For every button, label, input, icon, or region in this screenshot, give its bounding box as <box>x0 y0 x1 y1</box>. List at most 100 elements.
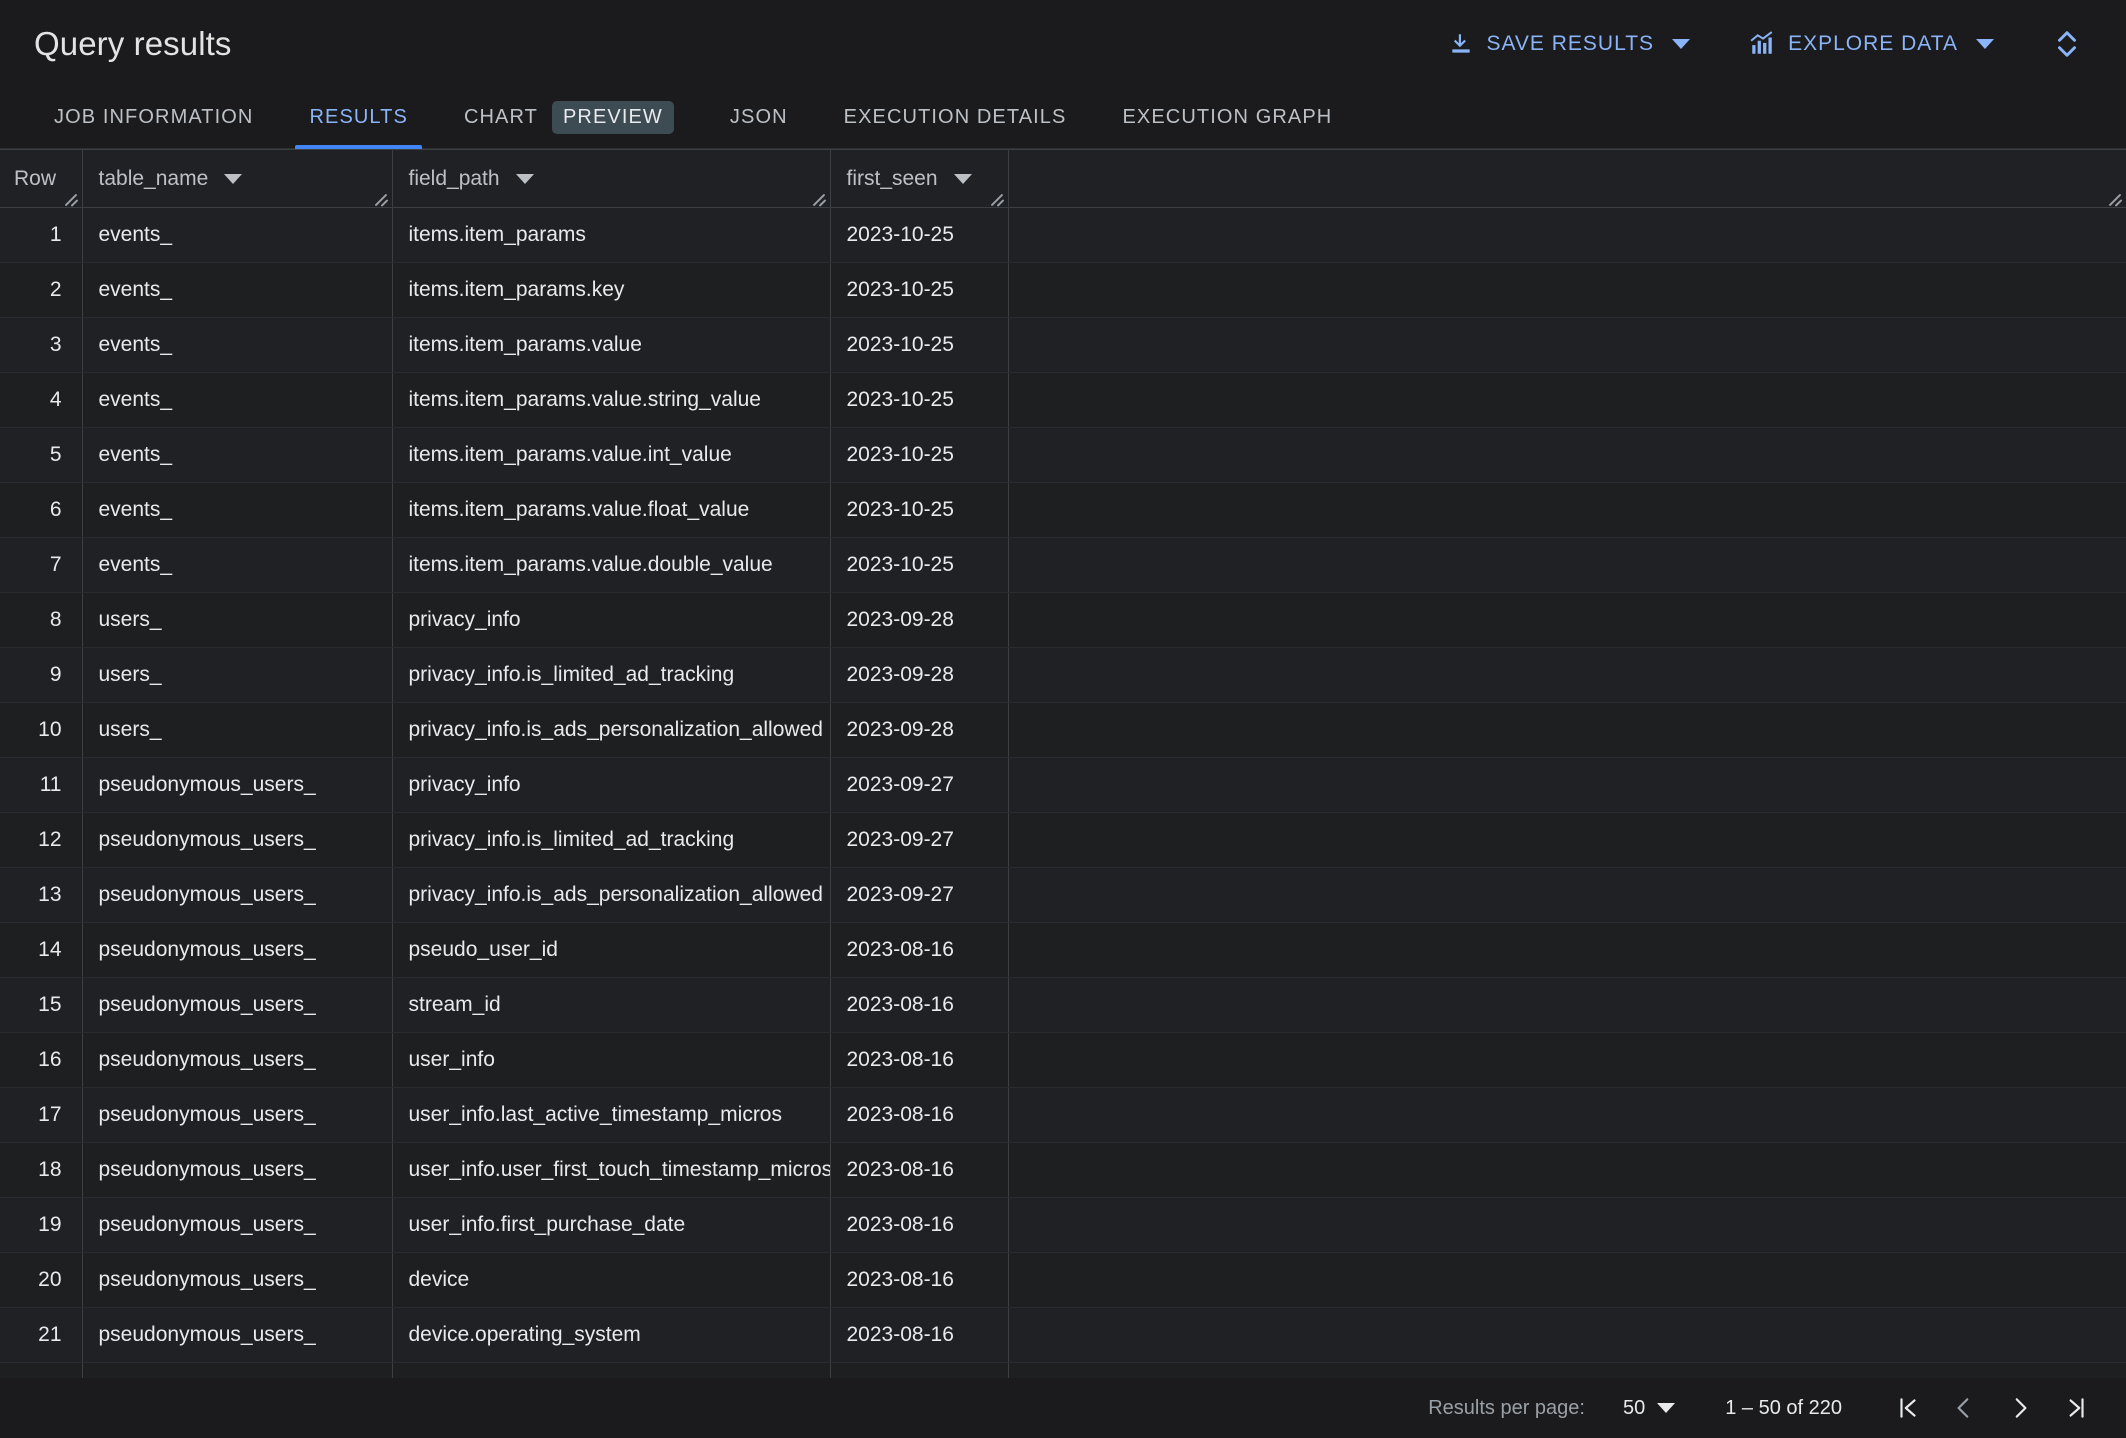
cell-row: 19 <box>0 1197 83 1253</box>
table-row[interactable]: 8 users_ privacy_info 2023-09-28 <box>0 592 2126 648</box>
cell-filler <box>1008 317 2126 373</box>
table-row[interactable]: 9 users_ privacy_info.is_limited_ad_tracki… <box>0 647 2126 703</box>
cell-filler <box>1008 1087 2126 1143</box>
tab-chart[interactable]: CHART PREVIEW <box>436 87 702 148</box>
tab-label: EXECUTION GRAPH <box>1122 106 1333 128</box>
column-resize-handle[interactable] <box>988 188 1005 205</box>
cell-field-path: items.item_params.key <box>392 262 831 318</box>
last-page-button[interactable] <box>2048 1380 2104 1436</box>
cell-first-seen: 2023-10-25 <box>830 262 1009 318</box>
cell-filler <box>1008 1197 2126 1253</box>
table-row[interactable]: 17 pseudonymous_users_ user_info.last_acti… <box>0 1087 2126 1143</box>
column-label: table_name <box>98 166 209 190</box>
header-row: Row table_name field_path first_seen <box>0 149 2126 208</box>
cell-field-path: privacy_info.is_ads_personalization_allo… <box>392 867 831 923</box>
sort-menu-icon[interactable] <box>953 173 972 184</box>
cell-filler <box>1008 757 2126 813</box>
column-header-table-name[interactable]: table_name <box>82 149 393 208</box>
table-row[interactable]: 2 events_ items.item_params.key 2023-10-25 <box>0 262 2126 318</box>
table-row[interactable]: 16 pseudonymous_users_ user_info 2023-08-16 <box>0 1032 2126 1088</box>
cell-first-seen: 2023-09-27 <box>830 867 1009 923</box>
tab-execution-details[interactable]: EXECUTION DETAILS <box>816 87 1095 148</box>
table-body: 1 events_ items.item_params 2023-10-25 2 even… <box>0 207 2126 1378</box>
table-row[interactable]: 5 events_ items.item_params.value.int_valu… <box>0 427 2126 483</box>
table-row[interactable]: 15 pseudonymous_users_ stream_id 2023-08-16 <box>0 977 2126 1033</box>
cell-first-seen: 2023-09-28 <box>830 647 1009 703</box>
table-row[interactable]: 4 events_ items.item_params.value.string_v… <box>0 372 2126 428</box>
column-header-row[interactable]: Row <box>0 149 83 208</box>
tab-json[interactable]: JSON <box>702 87 816 148</box>
cell-first-seen: 2023-08-16 <box>830 1142 1009 1198</box>
table-row[interactable]: 13 pseudonymous_users_ privacy_info.is_ads… <box>0 867 2126 923</box>
table-row[interactable]: 12 pseudonymous_users_ privacy_info.is_lim… <box>0 812 2126 868</box>
tab-execution-graph[interactable]: EXECUTION GRAPH <box>1094 87 1360 148</box>
cell-filler <box>1008 647 2126 703</box>
cell-row: 10 <box>0 702 83 758</box>
save-results-label: SAVE RESULTS <box>1486 31 1655 55</box>
cell-field-path: stream_id <box>392 977 831 1033</box>
first-page-button[interactable] <box>1880 1380 1936 1436</box>
cell-field-path: pseudo_user_id <box>392 922 831 978</box>
cell-row: 12 <box>0 812 83 868</box>
table-row[interactable]: 11 pseudonymous_users_ privacy_info 2023-09… <box>0 757 2126 813</box>
tab-label: EXECUTION DETAILS <box>843 106 1067 128</box>
column-resize-handle[interactable] <box>372 188 389 205</box>
cell-table-name: users_ <box>82 647 393 703</box>
cell-row: 2 <box>0 262 83 318</box>
sort-menu-icon[interactable] <box>515 173 534 184</box>
cell-field-path: items.item_params.value <box>392 317 831 373</box>
cell-first-seen: 2023-10-25 <box>830 427 1009 483</box>
column-label: Row <box>14 166 57 190</box>
cell-first-seen: 2023-08-16 <box>830 1307 1009 1363</box>
cell-filler <box>1008 1032 2126 1088</box>
cell-table-name: pseudonymous_users_ <box>82 1087 393 1143</box>
column-resize-handle[interactable] <box>810 188 827 205</box>
cell-table-name: events_ <box>82 482 393 538</box>
cell-field-path: device <box>392 1252 831 1308</box>
column-resize-handle[interactable] <box>2106 188 2123 205</box>
save-results-button[interactable]: SAVE RESULTS <box>1434 21 1704 67</box>
table-row[interactable]: 1 events_ items.item_params 2023-10-25 <box>0 207 2126 263</box>
column-header-first-seen[interactable]: first_seen <box>830 149 1009 208</box>
cell-field-path: items.item_params.value.double_value <box>392 537 831 593</box>
cell-row: 22 <box>0 1362 83 1378</box>
cell-filler <box>1008 977 2126 1033</box>
table-row[interactable]: 7 events_ items.item_params.value.double_v… <box>0 537 2126 593</box>
cell-row: 7 <box>0 537 83 593</box>
expand-collapse-button[interactable] <box>2046 20 2088 68</box>
tab-label: JOB INFORMATION <box>54 106 254 128</box>
table-row[interactable]: 22pseudonymous_users_device.category2023… <box>0 1362 2126 1378</box>
previous-page-button[interactable] <box>1936 1380 1992 1436</box>
cell-first-seen: 2023-10-25 <box>830 317 1009 373</box>
query-results-panel: Query results SAVE RESULTS EXPLORE DATA … <box>0 0 2126 1438</box>
column-resize-handle[interactable] <box>62 188 79 205</box>
cell-first-seen: 2023-10-25 <box>830 537 1009 593</box>
results-per-page-label: Results per page: <box>1428 1396 1585 1419</box>
cell-first-seen: 2023-09-28 <box>830 702 1009 758</box>
cell-filler <box>1008 372 2126 428</box>
cell-field-path: privacy_info <box>392 592 831 648</box>
cell-row: 14 <box>0 922 83 978</box>
table-row[interactable]: 18 pseudonymous_users_ user_info.user_firs… <box>0 1142 2126 1198</box>
explore-data-button[interactable]: EXPLORE DATA <box>1734 21 2008 67</box>
table-row[interactable]: 3 events_ items.item_params.value 2023-10-2… <box>0 317 2126 373</box>
cell-field-path: device.category <box>392 1362 831 1378</box>
page-size-select[interactable]: 50 <box>1619 1391 1679 1426</box>
table-row[interactable]: 6 events_ items.item_params.value.float_va… <box>0 482 2126 538</box>
cell-first-seen: 2023-08-16 <box>830 977 1009 1033</box>
table-row[interactable]: 10 users_ privacy_info.is_ads_personalizat… <box>0 702 2126 758</box>
table-row[interactable]: 14 pseudonymous_users_ pseudo_user_id 2023-… <box>0 922 2126 978</box>
cell-first-seen: 2023-10-25 <box>830 207 1009 263</box>
sort-menu-icon[interactable] <box>224 173 243 184</box>
results-table-container[interactable]: Row table_name field_path first_seen 1 e… <box>0 149 2126 1378</box>
cell-row: 18 <box>0 1142 83 1198</box>
cell-row: 16 <box>0 1032 83 1088</box>
chevron-down-icon <box>1657 1403 1676 1413</box>
table-row[interactable]: 19 pseudonymous_users_ user_info.first_pur… <box>0 1197 2126 1253</box>
table-row[interactable]: 21 pseudonymous_users_ device.operating_sy… <box>0 1307 2126 1363</box>
tab-results[interactable]: RESULTS <box>281 87 435 149</box>
next-page-button[interactable] <box>1992 1380 2048 1436</box>
table-row[interactable]: 20 pseudonymous_users_ device 2023-08-16 <box>0 1252 2126 1308</box>
column-header-field-path[interactable]: field_path <box>392 149 831 208</box>
tab-job-information[interactable]: JOB INFORMATION <box>26 87 281 148</box>
